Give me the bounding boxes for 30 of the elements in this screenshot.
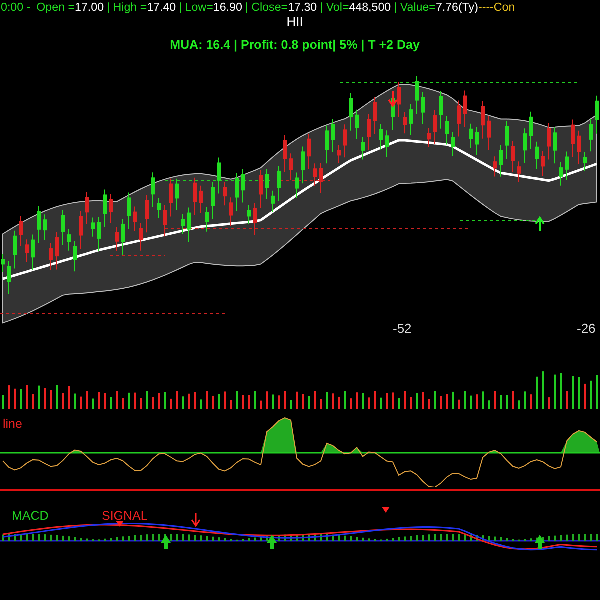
indicator-label: SIGNAL [102,509,148,523]
quote-value: 17.00 [75,0,104,15]
quote-value: 16.90 [213,0,242,15]
quote-value: 17.30 [288,0,318,15]
quote-suffix-text: ----Con [478,0,516,15]
quote-label: | High = [107,0,148,15]
quote-label: | Vol= [320,0,350,15]
support-line [280,180,330,182]
quote-label: Open = [36,0,76,15]
quote-value: 17.40 [147,0,176,15]
triangle-marker-icon [116,521,124,527]
up-arrow-icon [535,535,545,549]
trade-summary-text: MUA: 16.4 | Profit: 0.8 point| 5% | T +2 Day [170,37,420,53]
up-arrow-icon [535,216,545,232]
up-arrow-icon [161,535,171,549]
period-marker-text: -52 [393,321,412,336]
indicator-label: line [3,417,22,431]
down-arrow-icon [191,512,201,528]
down-arrow-icon [388,90,398,108]
quote-label: | Close= [245,0,288,15]
period-marker-text: -26 [577,321,596,336]
quote-label: | Value= [394,0,436,15]
up-arrow-icon [267,535,277,549]
symbol-title: HII [286,15,304,29]
triangle-marker-icon [382,507,390,513]
quote-label: | Low= [179,0,214,15]
quote-value: 448,500 [349,0,392,15]
quote-value: 7.76(Ty) [436,0,478,15]
indicator-label: MACD [12,509,49,523]
timestamp-text: 0:00 - [1,0,31,15]
